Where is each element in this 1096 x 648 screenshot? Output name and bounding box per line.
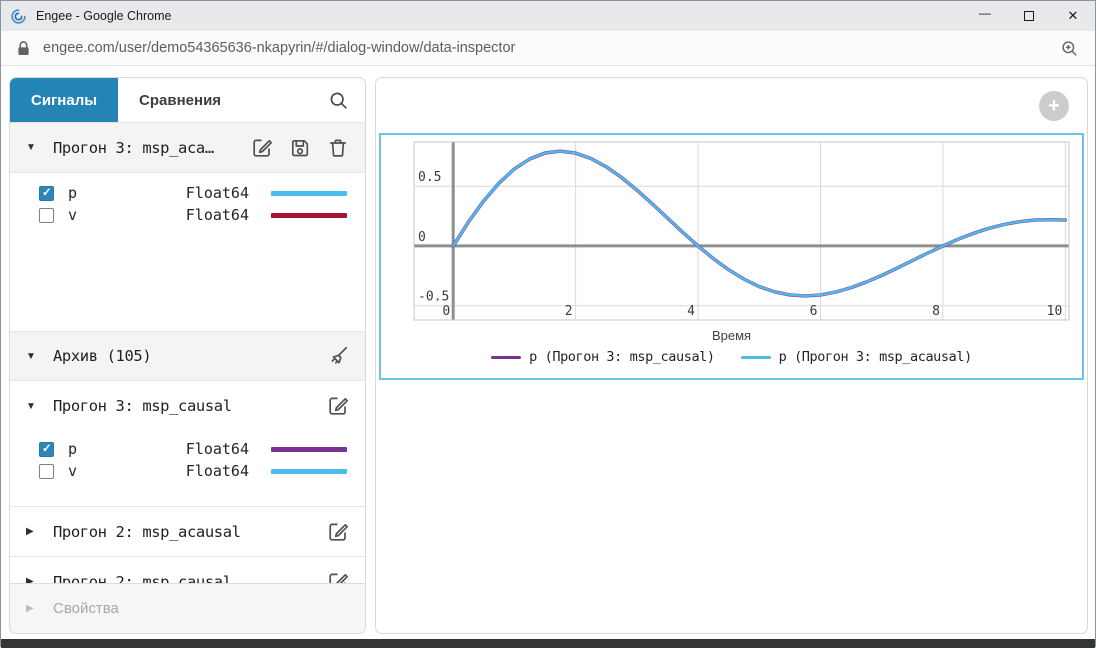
legend-line-swatch — [491, 356, 521, 359]
sidebar-tabs: Сигналы Сравнения — [10, 78, 365, 123]
browser-window: Engee - Google Chrome — ✕ engee.com/user… — [0, 0, 1096, 647]
maximize-button[interactable] — [1007, 1, 1051, 31]
add-plot-button[interactable]: + — [1039, 91, 1069, 121]
svg-text:2: 2 — [565, 304, 573, 319]
svg-text:8: 8 — [932, 304, 940, 319]
run-title: Прогон 2: msp_acausal — [53, 523, 241, 541]
clear-archive-icon[interactable] — [326, 345, 349, 368]
chart-legend: p (Прогон 3: msp_causal) p (Прогон 3: msp… — [381, 349, 1082, 365]
archive-header[interactable]: ▼ Архив (105) — [10, 331, 365, 381]
caret-down-icon[interactable]: ▼ — [26, 401, 42, 412]
lock-icon[interactable] — [17, 40, 30, 56]
title-bar: Engee - Google Chrome — ✕ — [1, 1, 1095, 31]
caret-down-icon[interactable]: ▼ — [26, 351, 42, 362]
signal-list: p Float64 v Float64 — [10, 431, 365, 506]
close-button[interactable]: ✕ — [1051, 1, 1095, 31]
signal-type: Float64 — [186, 462, 249, 480]
signal-color-swatch — [271, 213, 347, 218]
line-chart[interactable]: -0.500.50246810 — [381, 135, 1082, 327]
signal-checkbox[interactable] — [39, 208, 54, 223]
signal-list: p Float64 v Float64 — [10, 173, 365, 331]
svg-text:0: 0 — [418, 230, 426, 245]
properties-panel[interactable]: ▶ Свойства — [10, 583, 365, 633]
run-header[interactable]: ▶ Прогон 2: msp_acausal — [10, 506, 365, 556]
signal-name: p — [68, 440, 77, 458]
properties-label: Свойства — [53, 600, 119, 617]
plots-area: + -0.500.50246810 Время p (Прогон 3: msp… — [375, 77, 1088, 634]
archive-title: Архив (105) — [53, 347, 151, 365]
svg-text:4: 4 — [687, 304, 695, 319]
svg-text:0: 0 — [442, 304, 450, 319]
address-bar[interactable]: engee.com/user/demo54365636-nkapyrin/#/d… — [1, 31, 1095, 66]
save-icon[interactable] — [288, 136, 311, 159]
signal-row[interactable]: p Float64 — [10, 438, 365, 460]
run-header-current[interactable]: ▼ Прогон 3: msp_aca… — [10, 123, 365, 173]
search-icon[interactable] — [328, 78, 365, 122]
engee-logo-icon — [10, 8, 27, 25]
legend-item[interactable]: p (Прогон 3: msp_causal) — [491, 349, 714, 365]
tab-comparisons[interactable]: Сравнения — [118, 78, 242, 122]
signal-name: p — [68, 184, 77, 202]
caret-down-icon[interactable]: ▼ — [26, 142, 42, 153]
legend-item[interactable]: p (Прогон 3: msp_acausal) — [741, 349, 972, 365]
caret-right-icon[interactable]: ▶ — [26, 603, 42, 614]
signal-color-swatch — [271, 469, 347, 474]
signal-row[interactable]: p Float64 — [10, 182, 365, 204]
signals-sidebar: Сигналы Сравнения ▼ Прогон 3: msp_aca… — [9, 77, 366, 634]
x-axis-label: Время — [381, 328, 1082, 343]
window-title: Engee - Google Chrome — [36, 9, 963, 23]
signal-type: Float64 — [186, 206, 249, 224]
rename-icon[interactable] — [326, 520, 349, 543]
tab-signals[interactable]: Сигналы — [10, 78, 118, 122]
legend-label: p (Прогон 3: msp_acausal) — [779, 349, 972, 365]
signal-checkbox[interactable] — [39, 442, 54, 457]
signal-color-swatch — [271, 191, 347, 196]
svg-text:10: 10 — [1047, 304, 1063, 319]
signal-type: Float64 — [186, 440, 249, 458]
signal-row[interactable]: v Float64 — [10, 460, 365, 482]
signal-name: v — [68, 206, 77, 224]
signal-checkbox[interactable] — [39, 186, 54, 201]
signal-row[interactable]: v Float64 — [10, 204, 365, 226]
rename-icon[interactable] — [326, 395, 349, 418]
svg-text:0.5: 0.5 — [418, 170, 441, 185]
url-text: engee.com/user/demo54365636-nkapyrin/#/d… — [43, 40, 515, 56]
run-title: Прогон 3: msp_causal — [53, 397, 232, 415]
maximize-icon — [1024, 11, 1034, 21]
signal-name: v — [68, 462, 77, 480]
run-header[interactable]: ▼ Прогон 3: msp_causal — [10, 381, 365, 431]
svg-text:6: 6 — [810, 304, 818, 319]
delete-icon[interactable] — [326, 136, 349, 159]
caret-right-icon[interactable]: ▶ — [26, 526, 42, 537]
signal-checkbox[interactable] — [39, 464, 54, 479]
svg-text:-0.5: -0.5 — [418, 290, 449, 305]
minimize-button[interactable]: — — [963, 1, 1007, 31]
legend-line-swatch — [741, 356, 771, 359]
chart-container[interactable]: -0.500.50246810 Время p (Прогон 3: msp_c… — [379, 133, 1084, 380]
legend-label: p (Прогон 3: msp_causal) — [529, 349, 714, 365]
page-content: Сигналы Сравнения ▼ Прогон 3: msp_aca… — [1, 66, 1095, 639]
run-title: Прогон 3: msp_aca… — [53, 139, 214, 157]
signal-color-swatch — [271, 447, 347, 452]
zoom-in-icon[interactable] — [1060, 39, 1079, 58]
signal-type: Float64 — [186, 184, 249, 202]
rename-icon[interactable] — [250, 136, 273, 159]
